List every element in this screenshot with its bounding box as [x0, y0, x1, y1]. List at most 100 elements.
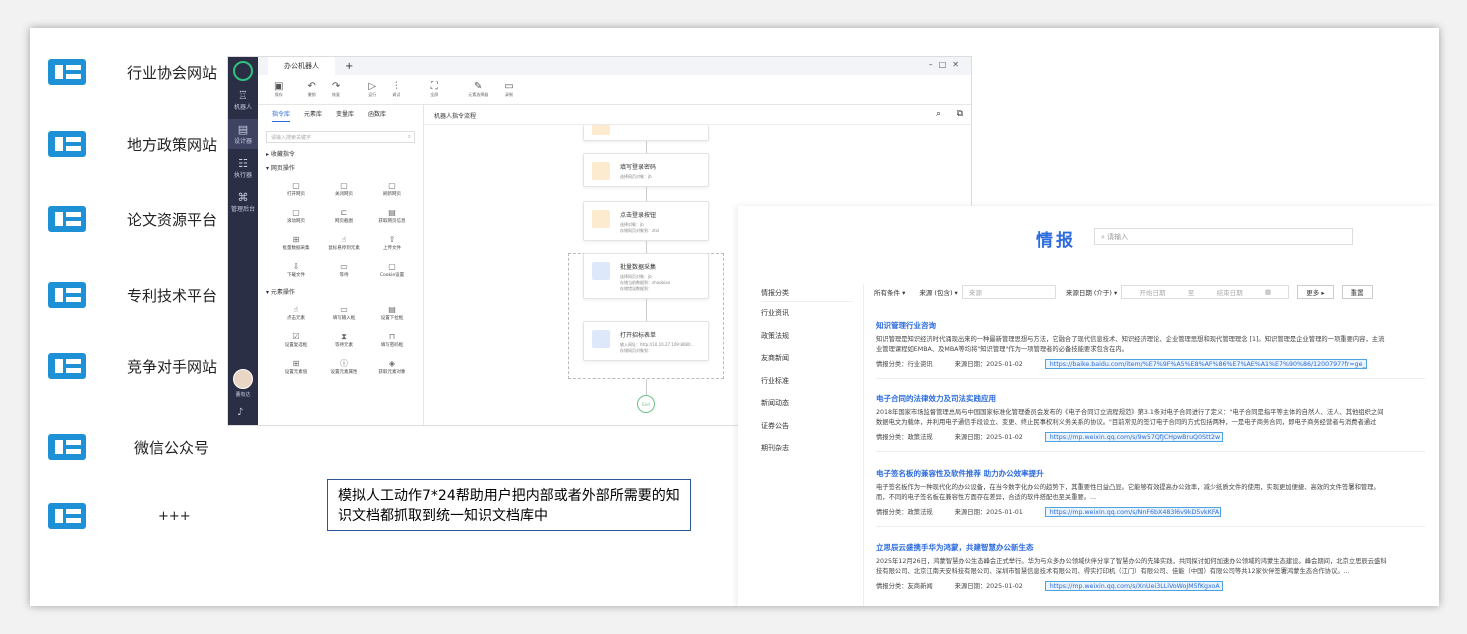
result-snippet: 2025年12月26日，鸿蒙智慧办公生态峰会正式举行。华为与众多办公领域伙伴分享…: [876, 557, 1439, 577]
avatar[interactable]: [233, 369, 253, 389]
command-item[interactable]: ◈ 获取元素对象: [370, 355, 414, 379]
source-input[interactable]: 来源: [961, 285, 1056, 299]
command-item[interactable]: ▢ 刷新网页: [370, 177, 414, 201]
source-item: 竞争对手网站: [48, 350, 217, 382]
tab-label: 办公机器人: [284, 62, 319, 70]
command-item[interactable]: ▤ 设置下拉框: [370, 301, 414, 325]
add-tab-icon[interactable]: +: [345, 61, 353, 72]
command-item[interactable]: ⊞ 设置元素值: [274, 355, 318, 379]
result-category: 情报分类：政策法规: [876, 509, 933, 516]
result-link[interactable]: https://mp.weixin.qq.com/s/NnF6bX483l6v9…: [1044, 506, 1221, 517]
callout-box: 模拟人工动作7*24帮助用户把内部或者外部所需要的知识文档都抓取到统一知识文档库…: [327, 479, 691, 531]
sidebar-item-executor[interactable]: ☷ 执行器: [228, 153, 258, 183]
command-item[interactable]: ⇩ 下载文件: [274, 258, 318, 282]
command-item[interactable]: ⊏ 网页截图: [322, 204, 366, 228]
fullscreen-button[interactable]: ⛶ 全屏: [430, 81, 438, 98]
command-item[interactable]: ⊞ 批量数据采集: [274, 231, 318, 255]
flow-node[interactable]: 填写登录密码 选择网页对象：jb: [583, 153, 709, 187]
search-icon[interactable]: ⌕: [936, 109, 941, 119]
result-title[interactable]: 知识管理行业咨询: [876, 320, 1439, 331]
sidebar-item-admin[interactable]: ⌘ 管理后台: [228, 187, 258, 217]
command-item[interactable]: ⊓ 填写密码框: [370, 328, 414, 352]
source-filter-dropdown[interactable]: 来源 (包含) ▾: [919, 287, 957, 297]
callout-text: 模拟人工动作7*24帮助用户把内部或者外部所需要的知识文档都抓取到统一知识文档库…: [338, 488, 680, 524]
command-item[interactable]: ☝ 点击元素: [274, 301, 318, 325]
flow-title: 机器人指令流程: [434, 113, 477, 120]
result-meta: 情报分类：政策法规 来源日期：2025-01-02 https://mp.weixi…: [876, 431, 1439, 442]
command-label: 设置复选框: [284, 343, 308, 348]
category-item[interactable]: 证券公告: [761, 415, 863, 438]
group-elements[interactable]: ▾ 元素操作: [266, 287, 415, 296]
command-label: 网页截图: [335, 219, 353, 224]
command-item[interactable]: ▭ 等待: [322, 258, 366, 282]
category-item[interactable]: 政策法规: [761, 325, 863, 348]
flow-node[interactable]: 批量数据采集 选择网页对象：jb 存储当前数据到：zhaobiao 存储错误数据到：: [583, 253, 709, 299]
toolbar-label: 保存: [274, 92, 283, 97]
window-controls[interactable]: –□✕: [929, 60, 965, 69]
tab-variables[interactable]: 变量库: [336, 109, 354, 121]
tab-elements[interactable]: 元素库: [304, 109, 322, 121]
tab-commands[interactable]: 指令库: [272, 109, 291, 122]
source-item: 论文资源平台: [48, 203, 217, 235]
command-item[interactable]: ▢ 滚动网页: [274, 204, 318, 228]
save-button[interactable]: ▣ 保存: [274, 81, 283, 98]
record-button[interactable]: ▭ 录制: [504, 81, 513, 98]
command-item[interactable]: ▢ 打开网页: [274, 177, 318, 201]
category-item[interactable]: 期刊杂志: [761, 437, 863, 460]
command-icon: ▤: [388, 208, 396, 217]
command-item[interactable]: ⓘ 设置元素属性: [322, 355, 366, 379]
command-item[interactable]: ▤ 获取网页信息: [370, 204, 414, 228]
sidebar-item-designer[interactable]: ▤ 设计器: [228, 119, 258, 149]
command-icon: ▭: [340, 262, 348, 271]
node-desc: 选择网页对象：jb 存储当前数据到：zhaobiao 存储错误数据到：: [620, 274, 670, 292]
layers-icon[interactable]: ⧉: [957, 109, 963, 119]
command-item[interactable]: ☝ 鼠标悬停到元素: [322, 231, 366, 255]
category-item[interactable]: 友商新闻: [761, 347, 863, 370]
reset-button[interactable]: 重置: [1341, 285, 1373, 299]
sidebar-item-robot[interactable]: ♖ 机器人: [228, 85, 258, 115]
tab-functions[interactable]: 函数库: [368, 109, 386, 121]
result-title[interactable]: 电子合同的法律效力及司法实践应用: [876, 393, 1439, 404]
date-filter-dropdown[interactable]: 来源日期 (介于) ▾: [1066, 287, 1117, 297]
command-item[interactable]: ▭ 填写输入框: [322, 301, 366, 325]
flow-node[interactable]: 打开招标表单 输入网址：http://10.10.27.109:8080... 存储…: [583, 321, 709, 361]
element-picker-button[interactable]: ✎ 元素选择器: [468, 81, 488, 98]
category-item[interactable]: 行业标准: [761, 370, 863, 393]
command-item[interactable]: ▢ Cookie设置: [370, 258, 414, 282]
flow-node[interactable]: 点击登录按钮 选择对象：jb 存储网页对象到：ztxl: [583, 201, 709, 241]
intel-search-input[interactable]: ⌕ 请输入: [1094, 228, 1353, 245]
library-search-input[interactable]: 请输入搜索关键字 ⌕: [266, 131, 415, 143]
command-icon: ▢: [388, 262, 396, 271]
command-item[interactable]: ☑ 设置复选框: [274, 328, 318, 352]
category-item[interactable]: 新闻动态: [761, 392, 863, 415]
undo-button[interactable]: ↶ 撤销: [307, 81, 315, 98]
command-item[interactable]: ⧗ 等待元素: [322, 328, 366, 352]
run-button[interactable]: ▷ 运行: [368, 81, 376, 98]
source-item: 专利技术平台: [48, 279, 217, 311]
result-item: 电子签名板的兼容性及软件推荐 助力办公效率提升 电子签名板作为一种现代化的办公设…: [876, 468, 1439, 527]
website-icon: [48, 434, 86, 460]
more-button[interactable]: 更多 ▸: [1297, 285, 1334, 299]
all-conditions-dropdown[interactable]: 所有条件 ▾: [874, 287, 905, 297]
result-item: 电子合同的法律效力及司法实践应用 2018年国家市场监督管理总局与中国国家标准化…: [876, 393, 1439, 452]
result-title[interactable]: 立思辰云盛携手华为鸿蒙，共建智慧办公新生态: [876, 542, 1439, 553]
group-favorites[interactable]: ▸ 收藏指令: [266, 149, 415, 158]
flow-node-partial[interactable]: [583, 125, 709, 141]
result-link[interactable]: https://mp.weixin.qq.com/s/9w57QfJCHpwBr…: [1044, 431, 1223, 442]
result-link[interactable]: https://mp.weixin.qq.com/s/XnUei3LLiVoWo…: [1044, 580, 1223, 591]
bell-icon[interactable]: ♪: [237, 407, 243, 418]
flow-header: 机器人指令流程 ⌕ ⧉: [424, 105, 971, 125]
category-item[interactable]: 行业资讯: [761, 302, 863, 325]
command-label: 打开网页: [287, 192, 305, 197]
date-range-input[interactable]: 开始日期 至 结束日期 ▦: [1121, 285, 1290, 299]
result-title[interactable]: 电子签名板的兼容性及软件推荐 助力办公效率提升: [876, 468, 1439, 479]
search-icon: ⌕: [407, 133, 411, 140]
redo-button[interactable]: ↷ 恢复: [332, 81, 340, 98]
result-link[interactable]: https://baike.baidu.com/item/%E7%9F%A5%E…: [1044, 358, 1367, 369]
flow-end-node[interactable]: End: [637, 395, 655, 413]
tab-robot[interactable]: 办公机器人: [268, 57, 335, 75]
command-item[interactable]: ⇧ 上传文件: [370, 231, 414, 255]
group-web[interactable]: ▾ 网页操作: [266, 163, 415, 172]
debug-button[interactable]: ⫶ 调试: [392, 81, 400, 98]
command-item[interactable]: ▢ 关闭网页: [322, 177, 366, 201]
